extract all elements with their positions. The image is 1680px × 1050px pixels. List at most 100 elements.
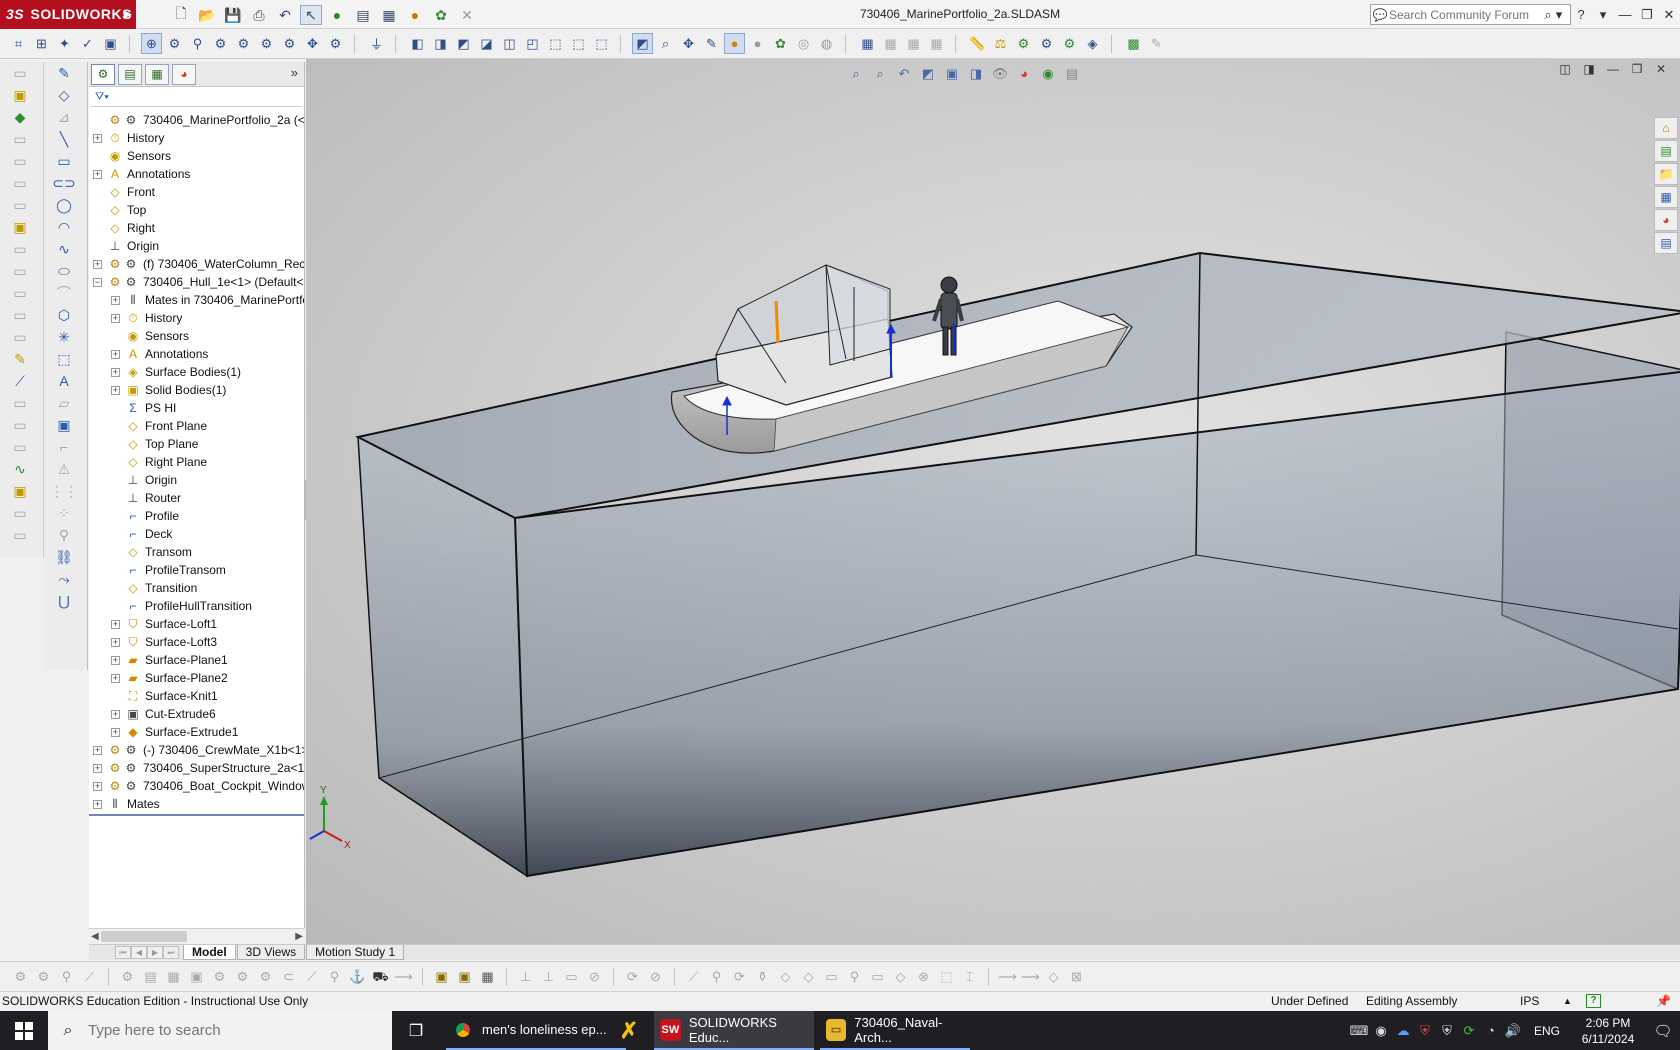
tree-item[interactable]: + ◈ Surface Bodies(1) <box>89 363 304 381</box>
expand-icon[interactable]: + <box>111 350 120 359</box>
surface-tool-5-icon[interactable]: ◇ <box>775 967 796 987</box>
apply-scene-icon[interactable]: ◉ <box>1038 64 1058 84</box>
boat-superstructure[interactable] <box>715 264 893 406</box>
taskbar-search[interactable]: ⌕ <box>48 1011 392 1050</box>
viewport-prev-icon[interactable]: ◫ <box>1556 62 1574 76</box>
assembly-tool-1-icon[interactable]: ⚙ <box>10 967 31 987</box>
assembly-tool-4-icon[interactable]: ⟋ <box>79 967 100 987</box>
tool-gray-14-icon[interactable]: ▭ <box>0 502 40 524</box>
weldment-tool-3-icon[interactable]: ▦ <box>477 967 498 987</box>
tool-gray-4-icon[interactable]: ▭ <box>0 172 40 194</box>
tree-item[interactable]: + ▰ Surface-Plane1 <box>89 651 304 669</box>
appearance-ball-icon[interactable]: ● <box>404 5 426 25</box>
tree-item[interactable]: ◇ Right <box>89 219 304 237</box>
viewport-next-icon[interactable]: ◨ <box>1580 62 1598 76</box>
assembly-tool-17-icon[interactable]: ⟿ <box>393 967 414 987</box>
pattern-gray-icon[interactable]: ⁘ <box>44 502 84 524</box>
file-properties-icon[interactable]: ▤ <box>352 5 374 25</box>
expand-icon[interactable]: + <box>93 782 102 791</box>
dimension-gray-icon[interactable]: ⊿ <box>44 106 84 128</box>
tool-gray-8-icon[interactable]: ▭ <box>0 282 40 304</box>
tree-item[interactable]: + ▰ Surface-Plane2 <box>89 669 304 687</box>
new-document-icon[interactable]: 🗋 <box>170 5 192 25</box>
view-palette-icon[interactable]: ▦ <box>1654 186 1678 208</box>
tree-item[interactable]: + ⛉ Surface-Loft3 <box>89 633 304 651</box>
surface-tool-3-icon[interactable]: ⟳ <box>729 967 750 987</box>
surface-tool-14-icon[interactable]: ⟿ <box>997 967 1018 987</box>
display-style-icon[interactable]: ◨ <box>966 64 986 84</box>
assembly-tool-6-icon[interactable]: ▤ <box>140 967 161 987</box>
polygon-icon[interactable]: ⬡ <box>44 304 84 326</box>
convert-entities-icon[interactable]: ⌐ <box>44 436 84 458</box>
ellipse-icon[interactable]: ⬭ <box>44 260 84 282</box>
zoom-to-area-icon[interactable]: ⌕ <box>870 64 890 84</box>
tree-item[interactable]: ◇ Top <box>89 201 304 219</box>
surface-tool-7-icon[interactable]: ▭ <box>821 967 842 987</box>
mold-tool-1-icon[interactable]: ⊥ <box>515 967 536 987</box>
viewport-close-icon[interactable]: ✕ <box>1652 62 1670 76</box>
volume-icon[interactable]: 🔊 <box>1502 1023 1524 1039</box>
assembly-tool-5-icon[interactable]: ⚙ <box>117 967 138 987</box>
prev-tab-icon[interactable]: ◀ <box>131 946 147 959</box>
edit-component-icon[interactable]: ⊕ <box>141 33 162 54</box>
tree-item[interactable]: + ⏱ History <box>89 309 304 327</box>
fillet-gray-icon[interactable]: ⌒ <box>44 282 84 304</box>
edit-appearance-icon[interactable]: ◕ <box>1014 64 1034 84</box>
measure-tool-icon[interactable]: 📏 <box>967 33 988 54</box>
sketch-icon[interactable]: ✎ <box>44 62 84 84</box>
configuration-manager-tab-icon[interactable]: ▦ <box>145 63 169 85</box>
surface-tool-11-icon[interactable]: ⊗ <box>913 967 934 987</box>
tree-item[interactable]: ⌐ Profile <box>89 507 304 525</box>
help-status-icon[interactable]: ? <box>1586 994 1601 1008</box>
tool-gray-10-icon[interactable]: ▭ <box>0 326 40 348</box>
assembly-tool-12-icon[interactable]: ⊂ <box>278 967 299 987</box>
tree-item[interactable]: ⊥ Origin <box>89 471 304 489</box>
assembly-tool-3-icon[interactable]: ⚲ <box>56 967 77 987</box>
ambient-occlusion-icon[interactable]: ◍ <box>816 33 837 54</box>
previous-view-icon[interactable]: ↶ <box>894 64 914 84</box>
tree-item[interactable]: ◇ Transom <box>89 543 304 561</box>
surface-tool-12-icon[interactable]: ⬚ <box>936 967 957 987</box>
tree-item[interactable]: + ▣ Cut-Extrude6 <box>89 705 304 723</box>
expand-icon[interactable]: + <box>93 260 102 269</box>
feature-tool-icon[interactable]: ✦ <box>54 33 75 54</box>
move-entities-icon[interactable]: ⚲ <box>44 524 84 546</box>
help-icon[interactable]: ? <box>1570 0 1592 29</box>
surface-tool-15-icon[interactable]: ⟿ <box>1020 967 1041 987</box>
assembly-from-part-icon[interactable]: ▦ <box>880 33 901 54</box>
magnet-icon[interactable]: ⋃ <box>44 590 84 612</box>
tree-item[interactable]: − ⚙ ⚙ 730406_Hull_1e<1> (Default< <box>89 273 304 291</box>
mirror-gray-icon[interactable]: ⋮⋮ <box>44 480 84 502</box>
zoom-to-area-icon[interactable]: ⌕ <box>655 33 676 54</box>
assembly-tool-15-icon[interactable]: ⚓ <box>347 967 368 987</box>
surface-tool-10-icon[interactable]: ◇ <box>890 967 911 987</box>
minimize-icon[interactable]: — <box>1614 0 1636 29</box>
onedrive-icon[interactable]: ☁ <box>1392 1023 1414 1039</box>
check-icon[interactable]: ⚙ <box>1036 33 1057 54</box>
options-icon[interactable]: ▦ <box>378 5 400 25</box>
property-manager-tab-icon[interactable]: ▤ <box>118 63 142 85</box>
smart-dimension-icon[interactable]: ⊞ <box>31 33 52 54</box>
design-library-icon[interactable]: ▤ <box>1654 140 1678 162</box>
assembly-tool-7-icon[interactable]: ▦ <box>163 967 184 987</box>
next-tab-icon[interactable]: ▶ <box>147 946 163 959</box>
tree-item[interactable]: + ▣ Solid Bodies(1) <box>89 381 304 399</box>
appearances-scenes-icon[interactable]: ◕ <box>1654 209 1678 231</box>
display-states-icon[interactable]: ◈ <box>1082 33 1103 54</box>
assembly-tool-8-icon[interactable]: ▣ <box>186 967 207 987</box>
custom-properties-icon[interactable]: ▤ <box>1654 232 1678 254</box>
tool-yellow-2-icon[interactable]: ▣ <box>0 216 40 238</box>
mold-tool-3-icon[interactable]: ▭ <box>561 967 582 987</box>
tree-item[interactable]: + ⏱ History <box>89 129 304 147</box>
view-front-icon[interactable]: ◧ <box>407 33 428 54</box>
view-back-icon[interactable]: ◨ <box>430 33 451 54</box>
tree-item[interactable]: + ◆ Surface-Extrude1 <box>89 723 304 741</box>
tree-item[interactable]: ◇ Top Plane <box>89 435 304 453</box>
tree-item[interactable]: + ⦀ Mates <box>89 795 304 813</box>
repair-sketch-icon[interactable]: ⛓ <box>44 546 84 568</box>
unit-system[interactable]: IPS <box>1520 992 1539 1011</box>
measure-icon[interactable]: ▣ <box>100 33 121 54</box>
hide-show-icon[interactable]: 👁 <box>990 64 1010 84</box>
insert-components-icon[interactable]: ⚙ <box>164 33 185 54</box>
expand-icon[interactable]: + <box>111 728 120 737</box>
